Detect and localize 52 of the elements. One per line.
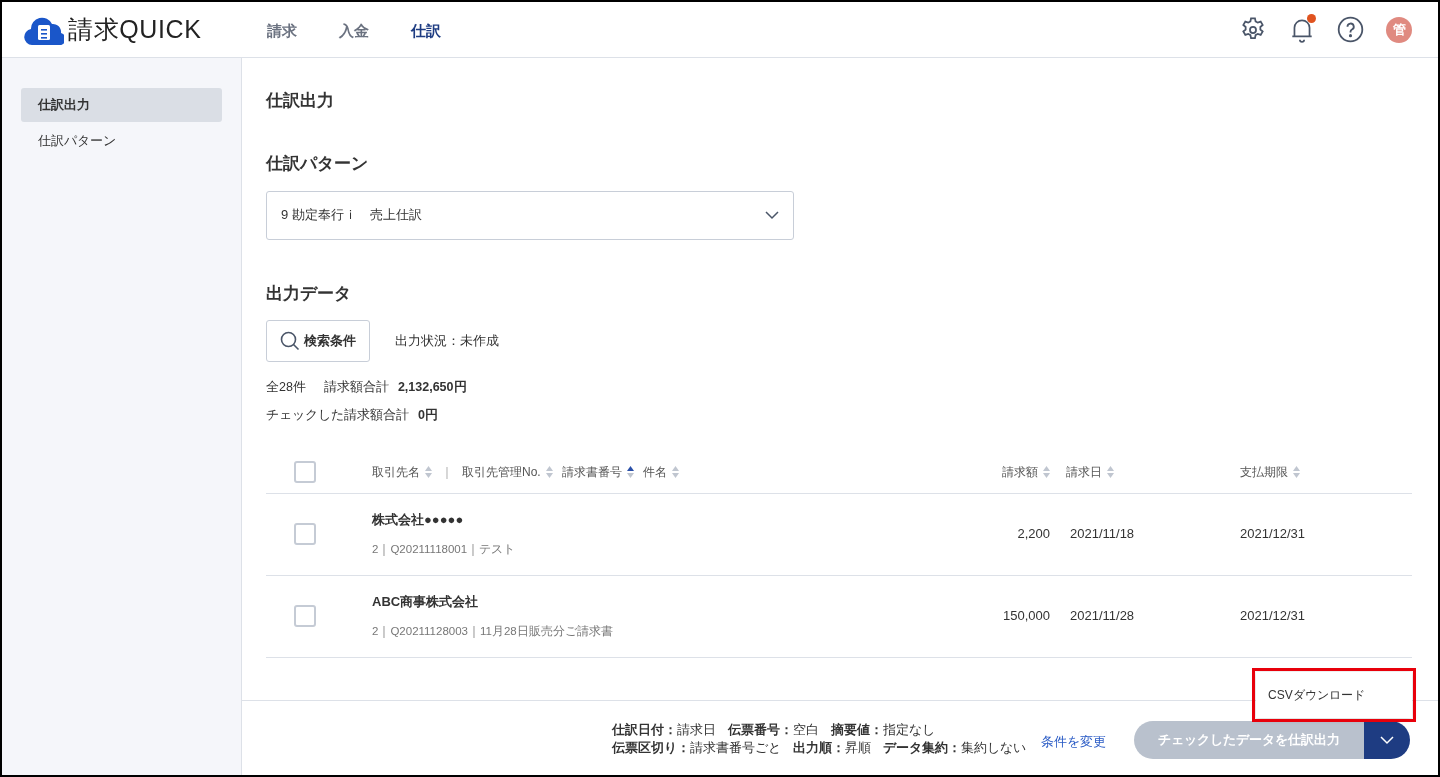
- help-icon[interactable]: [1337, 16, 1364, 43]
- setting-text: 摘要値：指定なし: [831, 722, 935, 739]
- menu-item[interactable]: CSVダウンロード: [1256, 682, 1412, 708]
- setting-text: 仕訳日付：請求日: [612, 722, 716, 739]
- chevron-down-icon: [765, 210, 779, 220]
- checkbox[interactable]: [294, 460, 316, 483]
- column-header[interactable]: 件名: [642, 462, 667, 481]
- column-header[interactable]: 取引先名: [372, 462, 420, 481]
- section-heading: 仕訳パターン: [266, 153, 369, 175]
- company-name: 株式会社●●●●●: [372, 510, 465, 529]
- company-name: ABC商事株式会社: [372, 592, 480, 611]
- invoice-detail: 2｜Q20211128003｜11月28日販売分ご請求書: [372, 624, 614, 640]
- column-header[interactable]: 支払期限: [1240, 462, 1288, 481]
- amount-cell-text: 150,000: [1003, 607, 1050, 626]
- total-value: 2,132,650円: [397, 379, 467, 396]
- date-cell: 2021/11/28: [1070, 608, 1135, 624]
- amount-cell-text: 2,200: [1017, 525, 1050, 544]
- search-conditions-button[interactable]: 検索条件: [266, 320, 370, 362]
- search-icon: [280, 331, 300, 351]
- checked-total-label: チェックした請求額合計: [266, 406, 409, 424]
- nav-tab[interactable]: 入金: [339, 20, 369, 43]
- due-date-cell: 2021/12/31: [1240, 526, 1306, 542]
- section-heading: 出力データ: [266, 282, 352, 305]
- setting-text: 出力順：昇順: [793, 740, 871, 757]
- sort-icon[interactable]: [626, 465, 634, 478]
- due-date-cell: 2021/12/31: [1240, 608, 1306, 624]
- column-header[interactable]: 請求日: [1066, 462, 1102, 481]
- total-count-text: 全28件: [266, 379, 306, 396]
- column-header[interactable]: 請求額: [1002, 462, 1038, 481]
- total-label: 請求額合計: [323, 379, 389, 396]
- column-header[interactable]: 取引先管理No.: [462, 462, 541, 481]
- invoice-detail: 2｜Q20211118001｜テスト: [372, 542, 517, 558]
- nav-tab[interactable]: 仕訳: [411, 20, 441, 43]
- output-status-text: 出力状況：未作成: [395, 332, 499, 351]
- change-conditions-link[interactable]: 条件を変更: [1041, 732, 1106, 752]
- page-title: 仕訳出力: [266, 90, 335, 112]
- dropdown-toggle-button[interactable]: [1364, 721, 1410, 759]
- pattern-select[interactable]: 9 勘定奉行ｉ 売上仕訳: [266, 190, 794, 240]
- chevron-down-icon: [1380, 735, 1394, 745]
- setting-text: データ集約：集約しない: [883, 740, 1026, 757]
- column-header[interactable]: 請求書番号: [561, 462, 622, 481]
- date-cell: 2021/11/18: [1070, 526, 1135, 542]
- checkbox[interactable]: [294, 605, 316, 627]
- logo-text: 請求QUICK: [68, 13, 202, 45]
- nav-tab[interactable]: 請求: [267, 20, 297, 43]
- checkbox[interactable]: [294, 523, 316, 545]
- sidebar-item[interactable]: 仕訳パターン: [21, 124, 222, 158]
- setting-text: 伝票区切り：請求書番号ごと: [612, 740, 781, 757]
- setting-text: 伝票番号：空白: [728, 722, 819, 739]
- sidebar-item[interactable]: 仕訳出力: [21, 88, 222, 122]
- checked-total-value: 0円: [418, 406, 438, 424]
- column-separator: ｜: [441, 463, 453, 481]
